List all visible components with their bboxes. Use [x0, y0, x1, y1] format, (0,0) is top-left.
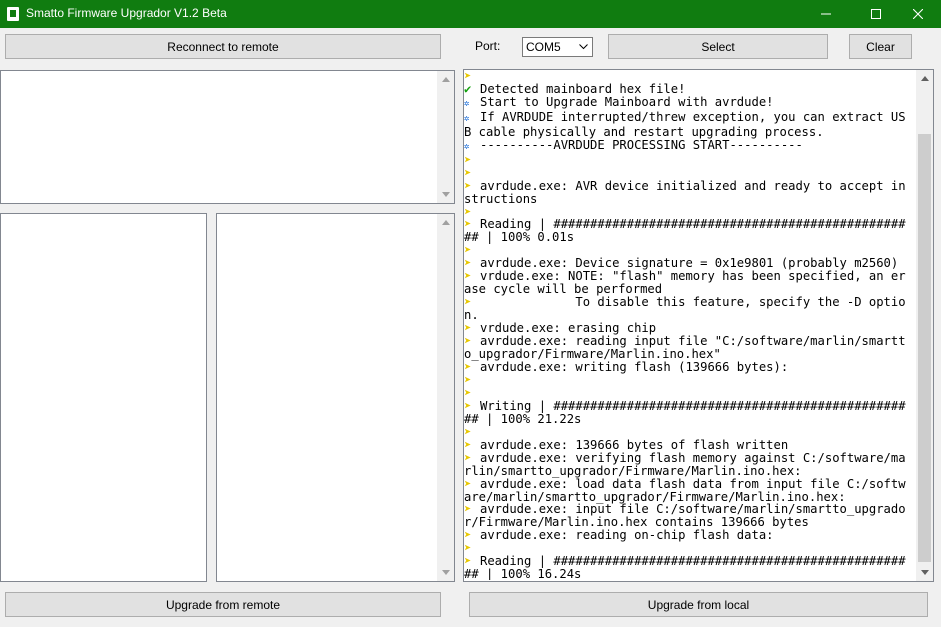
log-line-text: avrdude.exe: reading input file "C:/soft… [464, 334, 906, 362]
log-line: ➤ avrdude.exe: reading input file "C:/sof… [464, 335, 910, 361]
log-line-text: avrdude.exe: Device signature = 0x1e9801… [480, 256, 899, 271]
clear-button[interactable]: Clear [849, 34, 912, 59]
log-line-text: avrdude.exe: load data flash data from i… [464, 476, 906, 504]
title-bar: Smatto Firmware Upgrador V1.2 Beta [0, 0, 941, 28]
log-line: ✲ ----------AVRDUDE PROCESSING START-----… [464, 137, 910, 154]
close-icon [913, 9, 923, 19]
close-button[interactable] [895, 0, 941, 28]
arrow-icon: ➤ [464, 165, 472, 180]
log-line-text: avrdude.exe: AVR device initialized and … [464, 178, 906, 206]
app-icon [7, 7, 19, 21]
log-line: ➤ To disable this feature, specify the -… [464, 296, 910, 322]
log-line-text: avrdude.exe: 139666 bytes of flash writt… [480, 437, 789, 452]
log-line-text: avrdude.exe: writing flash (139666 bytes… [480, 359, 789, 374]
arrow-icon: ➤ [464, 70, 472, 83]
port-select-value: COM5 [526, 40, 561, 54]
upgrade-remote-button[interactable]: Upgrade from remote [5, 592, 441, 617]
log-line-text: avrdude.exe: verifying flash memory agai… [464, 450, 906, 478]
log-line: ✲ Start to Upgrade Mainboard with avrdude… [464, 94, 910, 111]
scroll-down-icon[interactable] [437, 186, 454, 203]
log-line-text: ----------AVRDUDE PROCESSING START------… [480, 137, 803, 152]
file-detail-scrollbar[interactable] [437, 214, 454, 581]
log-line: ➤ [464, 372, 910, 387]
arrow-icon: ➤ [464, 359, 472, 374]
log-line: ➤ Reading | #############################… [464, 555, 910, 580]
arrow-icon: ➤ [464, 424, 472, 439]
log-line-text: If AVRDUDE interrupted/threw exception, … [464, 109, 906, 139]
log-line-text: avrdude.exe: input file C:/software/marl… [464, 502, 906, 530]
log-line-text: To disable this feature, specify the -D … [464, 295, 906, 323]
scroll-up-icon[interactable] [916, 70, 933, 87]
log-scrollbar[interactable] [916, 70, 933, 581]
scroll-up-icon[interactable] [437, 71, 454, 88]
chevron-down-icon [579, 44, 588, 50]
arrow-icon: ➤ [464, 437, 472, 452]
log-line-text: vrdude.exe: erasing chip [480, 321, 657, 336]
log-line: ➤ Reading | #############################… [464, 218, 910, 244]
log-line-text: Writing | ##############################… [464, 398, 906, 426]
log-line-text: Start to Upgrade Mainboard with avrdude! [480, 94, 774, 109]
log-line: ➤ avrdude.exe: reading on-chip flash data… [464, 529, 910, 542]
log-line: ➤ avrdude.exe: writing flash (139666 byte… [464, 359, 910, 374]
log-output: ➤ ✔ Detected mainboard hex file! ✲ Start to … [464, 70, 910, 580]
log-line: ➤ avrdude.exe: AVR device initialized and… [464, 178, 910, 206]
port-select[interactable]: COM5 [522, 37, 593, 57]
select-button[interactable]: Select [608, 34, 828, 59]
log-line-text: Reading | ##############################… [464, 217, 906, 245]
log-line: ➤ Writing | #############################… [464, 398, 910, 426]
arrow-icon: ➤ [464, 385, 472, 400]
log-line-text: vrdude.exe: NOTE: "flash" memory has bee… [464, 269, 906, 297]
remote-info-panel[interactable] [0, 70, 455, 204]
reconnect-button[interactable]: Reconnect to remote [5, 34, 441, 59]
arrow-icon: ➤ [464, 372, 472, 387]
log-line: ➤ [464, 152, 910, 167]
arrow-icon: ➤ [464, 152, 472, 167]
log-line: ➤ vrdude.exe: NOTE: "flash" memory has be… [464, 270, 910, 296]
minimize-button[interactable] [803, 0, 849, 28]
log-line: ➤ avrdude.exe: load data flash data from … [464, 476, 910, 504]
scroll-down-icon[interactable] [916, 564, 933, 581]
minimize-icon [821, 13, 831, 15]
maximize-button[interactable] [853, 0, 899, 28]
scroll-down-icon[interactable] [437, 564, 454, 581]
log-line-text: Detected mainboard hex file! [480, 81, 686, 96]
info-icon: ✲ [464, 98, 470, 109]
log-line: ➤ avrdude.exe: input file C:/software/mar… [464, 503, 910, 529]
window-title: Smatto Firmware Upgrador V1.2 Beta [26, 6, 227, 20]
port-label: Port: [475, 39, 501, 53]
log-line-text: Reading | ##############################… [464, 554, 906, 580]
upgrade-local-button[interactable]: Upgrade from local [469, 592, 928, 617]
remote-info-scrollbar[interactable] [437, 71, 454, 203]
log-line: ➤ avrdude.exe: verifying flash memory aga… [464, 450, 910, 478]
log-line-text: avrdude.exe: reading on-chip flash data: [480, 528, 774, 543]
file-list-panel[interactable] [0, 213, 207, 582]
log-scroll-thumb[interactable] [918, 134, 931, 562]
scroll-up-icon[interactable] [437, 214, 454, 231]
maximize-icon [871, 9, 881, 19]
check-icon: ✔ [464, 81, 472, 96]
file-detail-panel[interactable] [216, 213, 455, 582]
info-icon: ✲ [464, 141, 470, 152]
log-line: ✲ If AVRDUDE interrupted/threw exception,… [464, 109, 910, 139]
